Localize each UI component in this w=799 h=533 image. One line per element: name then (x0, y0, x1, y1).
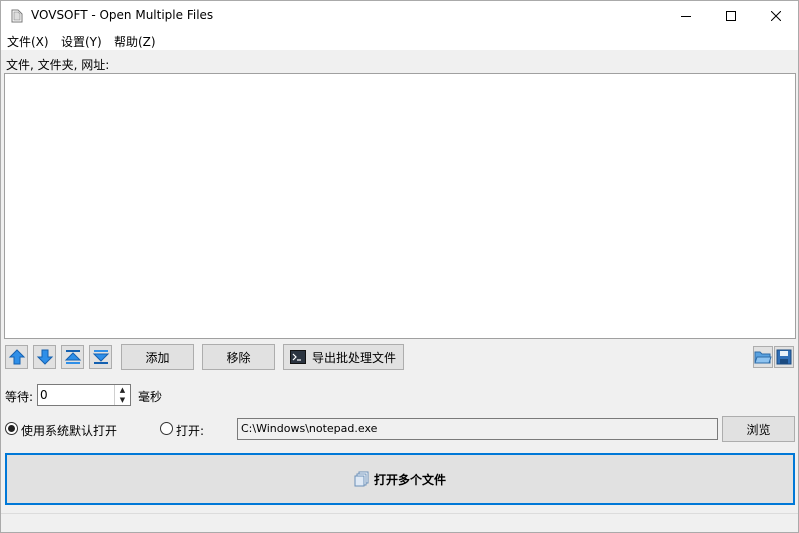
default-open-label[interactable]: 使用系统默认打开 (21, 422, 117, 439)
files-icon (354, 471, 369, 487)
move-down-button[interactable] (33, 345, 56, 369)
close-icon (770, 10, 781, 21)
open-multiple-files-label: 打开多个文件 (373, 472, 446, 487)
folder-open-icon (754, 351, 772, 364)
app-window: VOVSOFT - Open Multiple Files 文件(X) 设置(Y… (0, 0, 799, 533)
spin-up-icon[interactable]: ▲ (115, 385, 130, 395)
file-list-label: 文件, 文件夹, 网址: (6, 58, 110, 72)
move-bottom-button[interactable] (89, 345, 112, 369)
minimize-icon (680, 15, 691, 17)
wait-stepper[interactable]: ▲ ▼ (37, 384, 131, 406)
arrow-bottom-icon (92, 350, 109, 364)
window-title: VOVSOFT - Open Multiple Files (31, 8, 214, 22)
wait-input[interactable] (40, 387, 110, 403)
save-icon (776, 349, 792, 365)
menu-help[interactable]: 帮助(Z) (114, 33, 156, 50)
save-list-button[interactable] (774, 346, 794, 368)
maximize-icon (725, 10, 736, 21)
minimize-button[interactable] (663, 1, 708, 30)
default-open-radio[interactable] (5, 422, 18, 435)
menu-settings[interactable]: 设置(Y) (61, 33, 102, 50)
move-up-button[interactable] (5, 345, 28, 369)
close-button[interactable] (753, 1, 798, 30)
wait-spin-buttons[interactable]: ▲ ▼ (114, 385, 130, 405)
export-batch-label: 导出批处理文件 (312, 350, 397, 365)
title-bar: VOVSOFT - Open Multiple Files (1, 1, 798, 30)
open-with-radio[interactable] (160, 422, 173, 435)
remove-button[interactable]: 移除 (202, 344, 275, 370)
spin-down-icon[interactable]: ▼ (115, 395, 130, 405)
app-icon (11, 9, 23, 23)
open-with-label[interactable]: 打开: (176, 422, 204, 439)
add-button[interactable]: 添加 (121, 344, 194, 370)
file-list[interactable] (4, 73, 796, 339)
export-batch-button[interactable]: 导出批处理文件 (283, 344, 404, 370)
wait-label: 等待: (5, 390, 34, 404)
open-list-button[interactable] (753, 346, 773, 368)
arrow-down-icon (36, 349, 53, 365)
menu-file[interactable]: 文件(X) (7, 33, 49, 50)
arrow-top-icon (64, 350, 81, 364)
maximize-button[interactable] (708, 1, 753, 30)
terminal-icon (290, 350, 306, 364)
browse-button[interactable]: 浏览 (722, 416, 795, 442)
status-bar (1, 513, 798, 532)
arrow-up-icon (8, 349, 25, 365)
wait-unit: 毫秒 (138, 390, 163, 404)
open-multiple-files-button[interactable]: 打开多个文件 (5, 453, 795, 505)
program-path-field[interactable]: C:\Windows\notepad.exe (237, 418, 718, 440)
move-top-button[interactable] (61, 345, 84, 369)
menu-bar: 文件(X) 设置(Y) 帮助(Z) (1, 30, 798, 50)
